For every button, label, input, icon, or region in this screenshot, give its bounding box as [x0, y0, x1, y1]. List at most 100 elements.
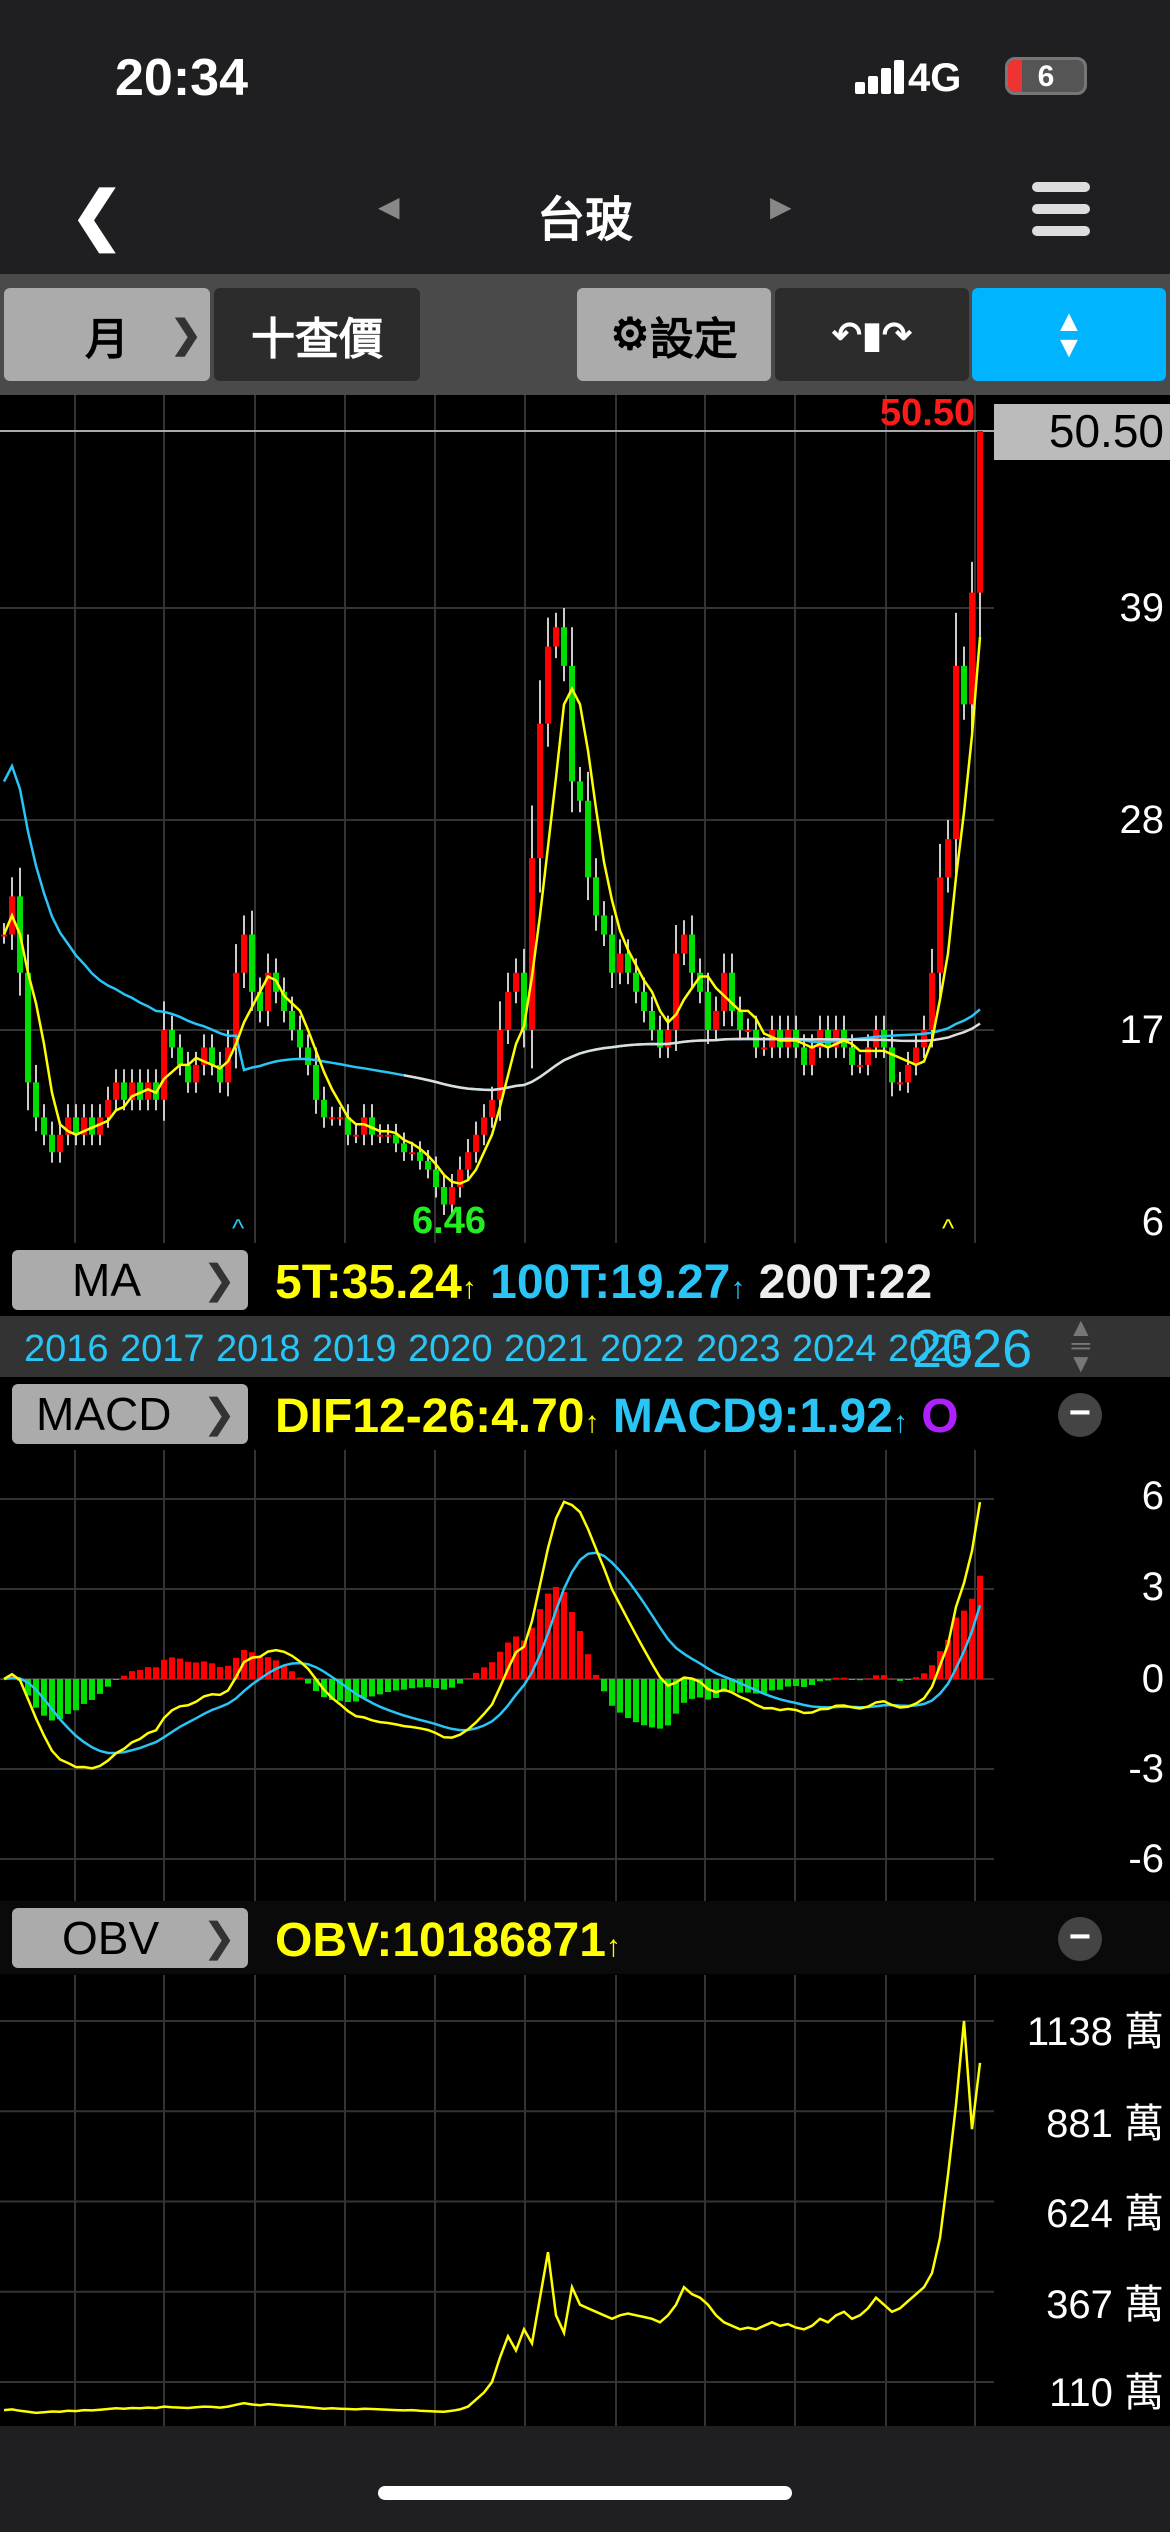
macd-histogram-bar: [297, 1677, 303, 1679]
candle-body: [57, 1134, 63, 1153]
settings-label: 設定: [649, 314, 738, 364]
macd-histogram-bar: [569, 1612, 575, 1679]
remove-indicator-button[interactable]: −: [1058, 1917, 1102, 1961]
macd-histogram-bar: [441, 1679, 447, 1690]
macd-histogram-bar: [681, 1679, 687, 1703]
obv-tick: 367 萬: [1046, 2283, 1164, 2327]
macd-histogram-bar: [689, 1679, 695, 1699]
candle-body: [481, 1117, 487, 1135]
macd-histogram-bar: [377, 1679, 383, 1695]
ma100-value: 100T:19.27: [490, 1256, 731, 1309]
candle-body: [297, 1030, 303, 1048]
ma-button[interactable]: MA ❯: [12, 1250, 248, 1310]
chevron-right-icon: ❯: [202, 1916, 236, 1960]
candle-body: [305, 1047, 311, 1065]
gear-icon: ⚙: [610, 310, 650, 359]
candle-body: [809, 1047, 815, 1065]
candle-body: [225, 1047, 231, 1083]
year-axis[interactable]: 2016 2017 2018 2019 2020 2021 2022 2023 2024 2025…: [0, 1316, 1170, 1379]
battery-level: 6: [1037, 60, 1055, 93]
candle-body: [545, 646, 551, 724]
macd-histogram-bar: [289, 1671, 295, 1679]
chevron-right-icon: ❯: [202, 1392, 236, 1436]
year-label: 2021: [504, 1328, 589, 1370]
candle-body: [801, 1047, 807, 1065]
candle-body: [689, 934, 695, 973]
period-label: 月: [85, 314, 129, 364]
menu-icon[interactable]: [1032, 178, 1090, 238]
price-tick: 39: [1119, 586, 1165, 630]
candle-body: [745, 1030, 751, 1032]
candle-body: [713, 1010, 719, 1030]
candle-body: [977, 431, 983, 593]
macd-button[interactable]: MACD ❯: [12, 1384, 248, 1444]
candle-body: [161, 1030, 167, 1100]
candle-body: [849, 1047, 855, 1065]
year-label: 2026: [912, 1319, 1033, 1379]
candle-body: [617, 953, 623, 973]
macd-histogram-bar: [305, 1679, 311, 1684]
obv-button-label: OBV: [62, 1912, 160, 1964]
year-label: 2017: [120, 1328, 205, 1370]
arrow-up-icon: ↑: [892, 1406, 908, 1439]
next-stock-icon[interactable]: ▶: [770, 190, 792, 223]
candle-body: [601, 915, 607, 935]
remove-indicator-button[interactable]: −: [1058, 1393, 1102, 1437]
last-price-box: 50.50: [994, 404, 1170, 460]
macd-tick: 3: [1141, 1565, 1164, 1609]
ma100-line: [2, 762, 981, 1092]
scroll-arrows-icon[interactable]: ▲ ═ ▼: [1068, 1314, 1094, 1376]
macd-histogram-bar: [833, 1677, 839, 1679]
high-label: 50.50: [880, 392, 976, 434]
obv-line: [3, 2020, 982, 2415]
candle-body: [105, 1099, 111, 1118]
period-button[interactable]: 月 ❯: [4, 288, 210, 381]
candle-body: [761, 1047, 767, 1050]
macd-chart[interactable]: [0, 1450, 1170, 1901]
macd-histogram-bar: [825, 1679, 831, 1681]
candle-body: [25, 972, 31, 1083]
candle-body: [49, 1134, 55, 1153]
obv-chart[interactable]: [0, 1975, 1170, 2426]
ma-row: MA ❯ 5T:35.24↑ 100T:19.27↑ 200T:22: [0, 1243, 1170, 1316]
macd-histogram-bar: [641, 1679, 647, 1726]
ma-button-label: MA: [72, 1254, 141, 1306]
candle-body: [721, 972, 727, 1011]
macd-histogram-bar: [433, 1679, 439, 1688]
candle-body: [673, 953, 679, 1030]
quote-button[interactable]: 十查價: [214, 288, 420, 381]
macd-histogram-bar: [913, 1677, 919, 1679]
macd-tick: -6: [1128, 1837, 1164, 1881]
price-tick: 28: [1119, 798, 1165, 842]
macd-row: MACD ❯ DIF12-26:4.70↑ MACD9:1.92↑ O −: [0, 1377, 1170, 1450]
candle-body: [529, 858, 535, 1030]
candle-body: [593, 877, 599, 916]
home-indicator[interactable]: [378, 2486, 792, 2500]
ma5-value: 5T:35.24: [275, 1256, 462, 1309]
macd-histogram-bar: [809, 1679, 815, 1685]
macd-button-label: MACD: [36, 1388, 172, 1440]
price-chart[interactable]: ^ ^: [0, 395, 1170, 1243]
settings-button[interactable]: ⚙ 設定: [577, 288, 771, 381]
candle-body: [585, 800, 591, 878]
candle-body: [937, 877, 943, 973]
macd-tick: 0: [1141, 1657, 1164, 1701]
macd-histogram-bar: [793, 1679, 799, 1687]
year-label: 2016: [24, 1328, 109, 1370]
candle-body: [929, 972, 935, 1030]
macd-histogram-bar: [761, 1679, 767, 1694]
candle-body: [505, 991, 511, 1030]
macd-histogram-bar: [217, 1666, 223, 1679]
candle-body: [321, 1099, 327, 1118]
fullscreen-button[interactable]: ▲ ▼: [972, 288, 1166, 381]
network-type: 4G: [908, 56, 962, 100]
candle-body: [473, 1134, 479, 1153]
macd-histogram-bar: [465, 1678, 471, 1680]
obv-button[interactable]: OBV ❯: [12, 1908, 248, 1968]
obv-tick: 624 萬: [1046, 2192, 1164, 2236]
candle-body: [425, 1160, 431, 1170]
candle-body: [577, 781, 583, 801]
rotate-button[interactable]: ↶▮↷: [775, 288, 969, 381]
candle-body: [249, 934, 255, 992]
rotate-icon: ↶▮↷: [831, 313, 913, 355]
